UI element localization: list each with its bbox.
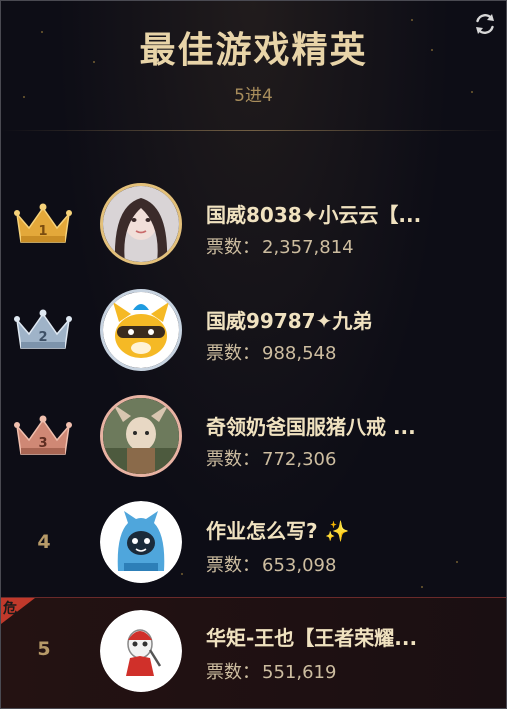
player-name: 奇领奶爸国服猪八戒 ... (206, 415, 416, 439)
player-name: 华矩-王也【王者荣耀... (206, 626, 418, 650)
vote-count: 票数： 2,357,814 (206, 233, 354, 259)
votes-label: 票数： (206, 555, 260, 576)
page-title: 最佳游戏精英 (139, 30, 368, 71)
player-name: 作业怎么写? ✨ (206, 519, 350, 543)
rank-number: 5 (37, 638, 51, 660)
bronze-crown-icon: 3 (13, 414, 73, 458)
votes-label: 票数： (206, 237, 260, 258)
rank-number: 2 (38, 330, 47, 345)
votes-value: 988,548 (262, 343, 337, 364)
danger-label: 危 (3, 601, 17, 617)
votes-label: 票数： (206, 449, 260, 470)
leaderboard-panel: 最佳游戏精英 5进4 1 国威8038✦小云云【... 票数： 2,357,81… (0, 0, 507, 709)
leaderboard-row[interactable]: 3 奇领奶爸国服猪八戒 ... 票数： 772,306 (1, 383, 506, 489)
votes-value: 653,098 (262, 555, 337, 576)
rank-number: 1 (38, 224, 47, 239)
vote-count: 票数： 772,306 (206, 445, 336, 471)
leaderboard-row[interactable]: 2 国威99787✦九弟 票数： 988,548 (1, 277, 506, 383)
avatar[interactable] (100, 289, 182, 371)
leaderboard-row[interactable]: 4 作业怎么写? ✨ 票数： 653,098 (1, 489, 506, 595)
votes-value: 772,306 (262, 449, 337, 470)
player-name: 国威8038✦小云云【... (206, 203, 422, 227)
player-name: 国威99787✦九弟 (206, 309, 373, 333)
votes-value: 551,619 (262, 662, 337, 683)
gold-crown-icon: 1 (13, 202, 73, 246)
vote-count: 票数： 551,619 (206, 658, 336, 684)
leaderboard-row[interactable]: 1 国威8038✦小云云【... 票数： 2,357,814 (1, 171, 506, 277)
avatar[interactable] (100, 183, 182, 265)
avatar[interactable] (100, 610, 182, 692)
silver-crown-icon: 2 (13, 308, 73, 352)
vote-count: 票数： 988,548 (206, 339, 336, 365)
rank-number: 4 (37, 531, 51, 553)
leaderboard-row-danger[interactable]: 危 5 华矩-王也【王者荣耀... 票数： 551,619 (1, 597, 506, 708)
votes-label: 票数： (206, 662, 260, 683)
round-subtitle: 5进4 (234, 86, 273, 106)
votes-label: 票数： (206, 343, 260, 364)
avatar[interactable] (100, 395, 182, 477)
refresh-icon[interactable] (472, 11, 498, 37)
vote-count: 票数： 653,098 (206, 551, 336, 577)
danger-badge: 危 (1, 598, 35, 624)
avatar[interactable] (100, 501, 182, 583)
rank-number: 3 (38, 436, 47, 451)
votes-value: 2,357,814 (262, 237, 354, 258)
header: 最佳游戏精英 5进4 (1, 1, 506, 131)
header-divider (1, 130, 506, 131)
